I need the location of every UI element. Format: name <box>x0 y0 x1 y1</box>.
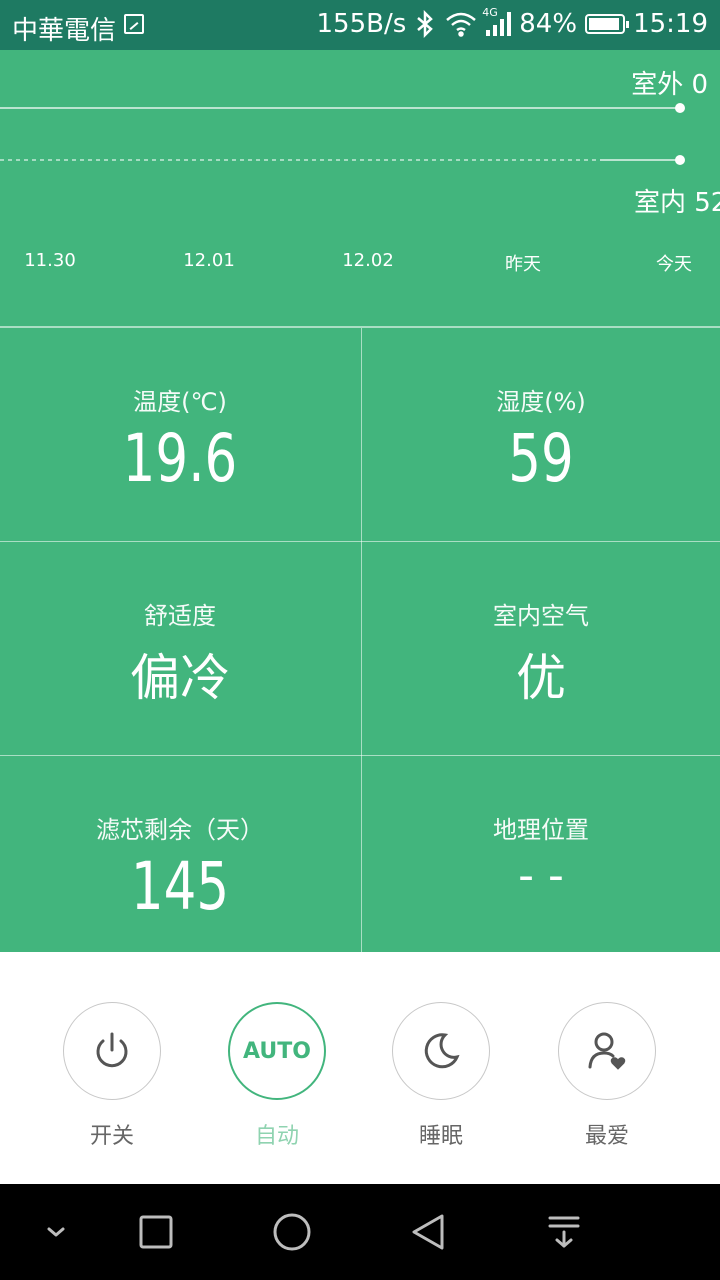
x-tick-label: 11.30 <box>24 250 76 271</box>
temperature-label: 温度(℃) <box>133 388 227 416</box>
navigation-bar <box>0 1184 720 1280</box>
power-button[interactable] <box>63 1002 161 1100</box>
wifi-icon <box>446 12 477 37</box>
sleep-button[interactable] <box>392 1002 490 1100</box>
battery-percent: 84% <box>519 9 578 39</box>
sleep-label: 睡眠 <box>418 1124 463 1149</box>
network-speed: 155B/s <box>316 9 407 39</box>
x-tick-label: 12.01 <box>183 250 235 271</box>
back-icon[interactable] <box>410 1212 448 1252</box>
image-notification-icon <box>124 14 144 34</box>
favorite-button[interactable] <box>558 1002 656 1100</box>
sleep-control[interactable]: 睡眠 <box>391 1002 491 1150</box>
moon-icon <box>424 1033 460 1069</box>
x-tick-label: 昨天 <box>505 254 541 275</box>
power-control[interactable]: 开关 <box>62 1002 162 1150</box>
power-icon <box>96 1032 128 1068</box>
comfort-label: 舒适度 <box>144 602 216 630</box>
x-tick-label: 12.02 <box>342 250 394 271</box>
clock: 15:19 <box>633 9 708 39</box>
filter-label: 滤芯剩余（天） <box>96 816 264 844</box>
trend-chart: 室外 0 室内 52 11.30 12.01 12.02 昨天 今天 <box>0 50 720 327</box>
location-tile[interactable]: 地理位置 - - <box>361 756 720 953</box>
location-value: - - <box>518 850 564 901</box>
temperature-value: 19.6 <box>122 420 238 497</box>
air-quality-label: 室内空气 <box>493 602 589 630</box>
cell-signal-icon: 4G <box>482 6 512 36</box>
network-type: 4G <box>482 6 498 19</box>
recent-apps-icon[interactable] <box>138 1214 174 1250</box>
x-tick-label: 今天 <box>656 254 692 275</box>
location-label: 地理位置 <box>493 816 589 844</box>
metrics-row: 温度(℃) 19.6 湿度(%) 59 <box>0 327 720 542</box>
home-icon[interactable] <box>272 1212 312 1252</box>
bluetooth-icon <box>417 10 434 38</box>
status-bar: 中華電信 155B/s 4G 84% 15:19 <box>0 0 720 50</box>
notification-pull-down-icon[interactable] <box>547 1214 581 1250</box>
air-quality-tile: 室内空气 优 <box>361 542 720 756</box>
humidity-value: 59 <box>508 420 574 497</box>
dashboard-panel: 室外 0 室内 52 11.30 12.01 12.02 昨天 今天 温度(℃)… <box>0 50 720 953</box>
favorite-label: 最爱 <box>584 1124 629 1149</box>
power-label: 开关 <box>89 1124 134 1149</box>
filter-value: 145 <box>130 848 230 925</box>
indoor-label: 室内 52 <box>634 188 720 218</box>
filter-tile: 滤芯剩余（天） 145 <box>0 756 360 953</box>
air-quality-value: 优 <box>516 649 566 707</box>
humidity-tile: 湿度(%) 59 <box>361 328 720 542</box>
user-heart-icon <box>588 1032 626 1070</box>
metrics-row: 滤芯剩余（天） 145 地理位置 - - <box>0 755 720 953</box>
auto-label: 自动 <box>254 1124 299 1149</box>
auto-icon: AUTO <box>243 1038 311 1064</box>
comfort-tile: 舒适度 偏冷 <box>0 542 360 756</box>
favorite-control[interactable]: 最爱 <box>557 1002 657 1150</box>
carrier-name: 中華電信 <box>12 16 117 46</box>
chevron-down-icon[interactable] <box>44 1220 68 1244</box>
humidity-label: 湿度(%) <box>496 388 586 416</box>
metrics-grid: 温度(℃) 19.6 湿度(%) 59 舒适度 偏冷 室内空气 优 滤芯剩余（天… <box>0 327 720 953</box>
metrics-row: 舒适度 偏冷 室内空气 优 <box>0 541 720 756</box>
temperature-tile: 温度(℃) 19.6 <box>0 328 360 542</box>
auto-button[interactable]: AUTO <box>228 1002 326 1100</box>
control-bar: 开关 AUTO 自动 睡眠 最爱 <box>0 952 720 1184</box>
battery-icon <box>585 14 630 34</box>
comfort-value: 偏冷 <box>130 649 230 707</box>
auto-control[interactable]: AUTO 自动 <box>227 1002 327 1150</box>
